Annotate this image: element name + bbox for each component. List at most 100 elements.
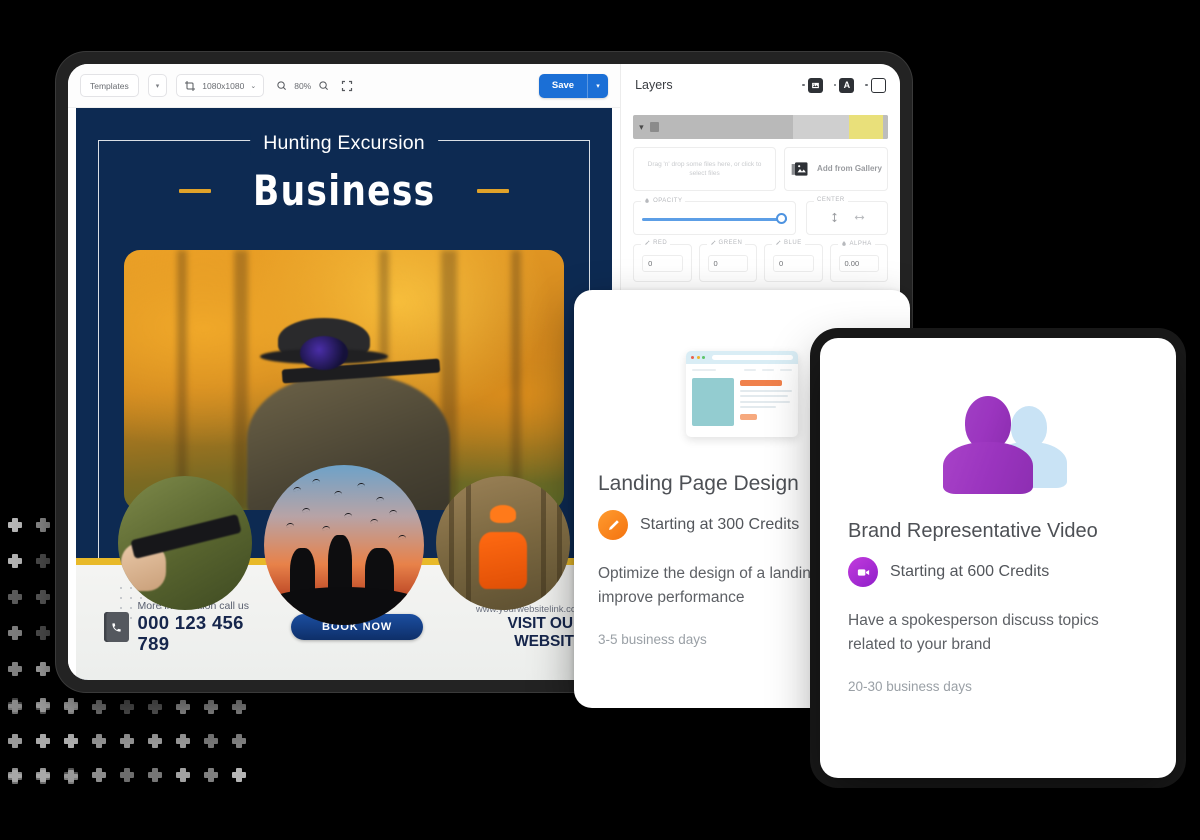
plus-shape xyxy=(120,768,134,782)
editor-canvas[interactable]: Hunting Excursion Business 000 123 456 7… xyxy=(68,108,620,680)
two-people-illustration xyxy=(937,394,1059,490)
layers-panel-header: Layers A xyxy=(621,64,900,106)
opacity-slider[interactable] xyxy=(642,213,787,225)
poster-headline-row: Business xyxy=(76,170,612,212)
zoom-controls[interactable]: 80% xyxy=(273,74,356,97)
alpha-input[interactable]: 0.00 xyxy=(839,255,879,272)
dropzone-text: Drag 'n' drop some files here, or click … xyxy=(640,160,769,179)
plus-shape xyxy=(36,590,50,604)
browser-url-bar xyxy=(712,355,794,360)
decorative-plus-pattern-bottom xyxy=(8,700,260,802)
card-turnaround: 20-30 business days xyxy=(848,679,1148,694)
alpha-legend: ALPHA xyxy=(838,240,875,247)
brand-video-illustration xyxy=(848,364,1148,520)
image-layer-icon xyxy=(808,78,823,93)
align-vertical-icon[interactable] xyxy=(829,212,840,223)
browser-hero-block xyxy=(692,378,734,426)
save-dropdown-button[interactable]: ▾ xyxy=(587,74,608,98)
card-description: Have a spokesperson discuss topics relat… xyxy=(848,609,1148,657)
card-price-row: Starting at 600 Credits xyxy=(848,557,1148,587)
red-field: RED 0 xyxy=(633,244,691,282)
plus-shape xyxy=(204,700,218,714)
browser-window-illustration xyxy=(686,351,798,437)
bullet-dot-icon xyxy=(834,84,837,87)
opacity-fieldset: OPACITY xyxy=(633,201,796,235)
bullet-dot-icon xyxy=(802,84,805,87)
plus-shape xyxy=(92,700,106,714)
plus-shape xyxy=(8,768,22,782)
plus-shape xyxy=(8,734,22,748)
shape-layer-icon xyxy=(871,78,886,93)
save-button[interactable]: Save xyxy=(539,74,587,98)
service-card-brand-representative-video[interactable]: Brand Representative Video Starting at 6… xyxy=(820,338,1176,778)
plus-shape xyxy=(148,768,162,782)
center-fieldset: CENTER xyxy=(806,201,888,235)
center-legend: CENTER xyxy=(814,197,848,203)
plus-shape xyxy=(36,734,50,748)
crop-icon[interactable] xyxy=(184,80,196,92)
plus-shape xyxy=(36,700,50,714)
canvas-size-group[interactable]: 1080x1080 ⌄ xyxy=(176,74,264,97)
green-input[interactable]: 0 xyxy=(708,255,748,272)
green-field: GREEN 0 xyxy=(699,244,757,282)
eyedropper-icon xyxy=(775,240,781,246)
plus-shape xyxy=(8,662,22,676)
zoom-in-icon[interactable] xyxy=(318,80,329,91)
poster-circle-image-2[interactable] xyxy=(264,465,424,625)
canvas-size-value: 1080x1080 xyxy=(202,81,244,91)
droplet-icon xyxy=(841,240,847,247)
poster-circle-image-3[interactable] xyxy=(436,476,570,610)
chevron-down-icon[interactable]: ▾ xyxy=(639,122,644,133)
red-input[interactable]: 0 xyxy=(642,255,682,272)
fullscreen-icon[interactable] xyxy=(341,80,353,92)
templates-label: Templates xyxy=(90,81,129,91)
plus-shape xyxy=(232,700,246,714)
poster-design[interactable]: Hunting Excursion Business 000 123 456 7… xyxy=(76,108,612,680)
plus-shape xyxy=(148,700,162,714)
save-button-group[interactable]: Save ▾ xyxy=(539,74,608,98)
blue-input[interactable]: 0 xyxy=(773,255,813,272)
poster-headline: Business xyxy=(253,170,435,212)
plus-shape xyxy=(64,768,78,782)
align-horizontal-icon[interactable] xyxy=(854,212,865,223)
plus-shape xyxy=(204,768,218,782)
layers-title: Layers xyxy=(635,78,673,92)
plus-shape xyxy=(120,734,134,748)
card-title: Brand Representative Video xyxy=(848,520,1148,543)
plus-shape xyxy=(148,734,162,748)
add-from-gallery-button[interactable]: Add from Gallery xyxy=(784,147,888,191)
browser-text-lines xyxy=(740,378,792,426)
zoom-out-icon[interactable] xyxy=(276,80,287,91)
droplet-icon xyxy=(644,197,650,204)
green-legend: GREEN xyxy=(707,240,746,246)
plus-shape xyxy=(232,734,246,748)
blue-legend: BLUE xyxy=(772,240,805,246)
opacity-slider-track xyxy=(642,218,787,221)
media-import-row: Drag 'n' drop some files here, or click … xyxy=(633,147,888,191)
plus-shape xyxy=(36,518,50,532)
plus-shape xyxy=(8,554,22,568)
plus-shape xyxy=(8,590,22,604)
layer-row[interactable]: ▾ xyxy=(633,115,888,139)
add-image-layer-button[interactable] xyxy=(802,78,823,93)
browser-titlebar xyxy=(686,351,798,364)
browser-content xyxy=(686,375,798,432)
plus-shape xyxy=(36,554,50,568)
templates-dropdown-button[interactable]: ▾ xyxy=(148,74,168,97)
add-shape-layer-button[interactable] xyxy=(865,78,886,93)
plus-shape xyxy=(36,768,50,782)
plus-shape xyxy=(232,768,246,782)
plus-shape xyxy=(92,734,106,748)
poster-circle-image-1[interactable] xyxy=(118,476,252,610)
plus-shape xyxy=(176,768,190,782)
plus-shape xyxy=(36,626,50,640)
opacity-legend: OPACITY xyxy=(641,197,685,204)
add-text-layer-button[interactable]: A xyxy=(834,78,855,93)
eyedropper-icon xyxy=(710,240,716,246)
plus-shape xyxy=(64,700,78,714)
templates-button[interactable]: Templates xyxy=(80,74,139,97)
file-dropzone[interactable]: Drag 'n' drop some files here, or click … xyxy=(633,147,776,191)
plus-shape xyxy=(8,626,22,640)
opacity-slider-knob[interactable] xyxy=(776,213,787,224)
rgba-fields-row: RED 0 GREEN 0 BLUE 0 ALPHA 0.00 xyxy=(633,244,888,282)
